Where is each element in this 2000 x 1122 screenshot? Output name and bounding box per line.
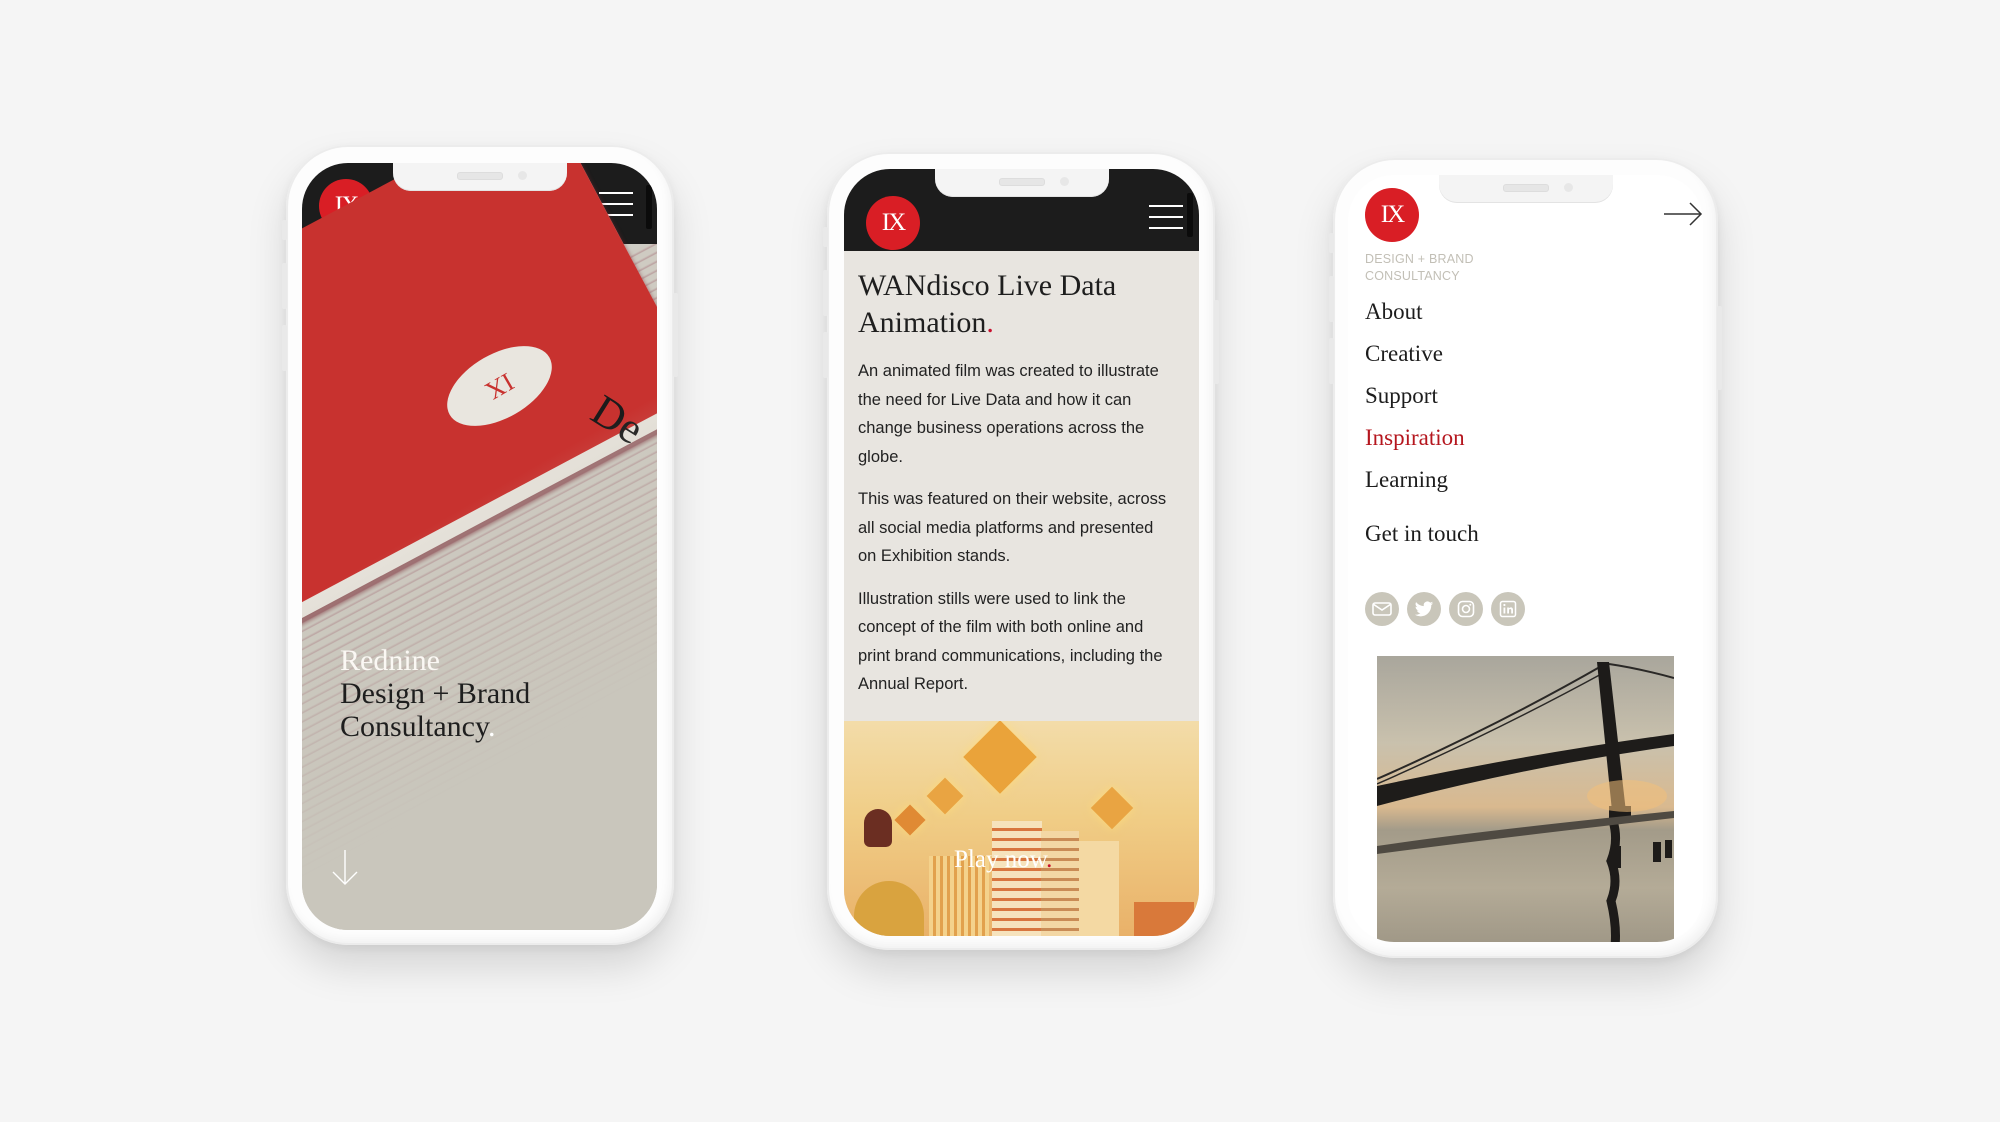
title-dot: . bbox=[986, 306, 994, 339]
phone-volume-up bbox=[823, 270, 828, 316]
main-nav: About Creative Support Inspiration Learn… bbox=[1365, 291, 1465, 501]
email-icon[interactable] bbox=[1365, 592, 1399, 626]
nav-item-creative[interactable]: Creative bbox=[1365, 333, 1465, 375]
hero-image: IX De Rednine Design + Brand Consultancy… bbox=[302, 163, 657, 930]
phone-mute-switch bbox=[1329, 233, 1334, 253]
scrollbar[interactable] bbox=[1187, 193, 1193, 237]
illustration-diamond bbox=[894, 804, 926, 836]
illustration-building bbox=[992, 821, 1042, 936]
tagline-line-1: Rednine bbox=[340, 644, 440, 677]
linkedin-icon[interactable] bbox=[1491, 592, 1525, 626]
project-paragraph: Illustration stills were used to link th… bbox=[858, 589, 1163, 694]
social-links bbox=[1365, 592, 1525, 626]
hero-tagline: Rednine Design + Brand Consultancy. bbox=[340, 644, 530, 743]
illustration-person bbox=[854, 881, 924, 936]
logo-text: IX bbox=[1380, 201, 1405, 228]
subtitle-line-2: CONSULTANCY bbox=[1365, 269, 1460, 283]
nav-item-learning[interactable]: Learning bbox=[1365, 459, 1465, 501]
arrow-right-icon[interactable] bbox=[1663, 202, 1703, 226]
illustration-diamond bbox=[963, 721, 1037, 794]
nav-item-about[interactable]: About bbox=[1365, 291, 1465, 333]
phone-notch bbox=[934, 169, 1109, 197]
illustration-diamond bbox=[926, 777, 964, 815]
project-paragraph: An animated film was created to illustra… bbox=[858, 362, 1159, 466]
tagline-line-2: Design + Brand bbox=[340, 677, 531, 710]
bridge-photo bbox=[1377, 656, 1674, 942]
phone-screen: IX DESIGN + BRAND CONSULTANCY About Crea… bbox=[1348, 175, 1703, 942]
illustration-building bbox=[1134, 902, 1194, 936]
play-now-button[interactable]: Play now. bbox=[954, 846, 1052, 874]
phone-mockup-menu: IX DESIGN + BRAND CONSULTANCY About Crea… bbox=[1329, 158, 1722, 958]
twitter-icon[interactable] bbox=[1407, 592, 1441, 626]
phone-mockup-home: IX IX De Rednine Design + Brand Consulta… bbox=[282, 145, 678, 945]
brand-logo[interactable]: IX bbox=[866, 196, 920, 250]
play-dot: . bbox=[1046, 846, 1053, 873]
project-paragraph: This was featured on their website, acro… bbox=[858, 490, 1167, 565]
phone-volume-down bbox=[823, 332, 828, 378]
brand-logo[interactable]: IX bbox=[1365, 188, 1419, 242]
play-label: Play now bbox=[954, 846, 1047, 873]
phone-notch bbox=[1438, 175, 1613, 203]
phone-mute-switch bbox=[282, 220, 287, 240]
phone-screen: IX IX De Rednine Design + Brand Consulta… bbox=[302, 163, 657, 930]
title-line-2: Animation bbox=[858, 306, 987, 339]
phone-volume-down bbox=[282, 325, 287, 371]
nav-item-support[interactable]: Support bbox=[1365, 375, 1465, 417]
bridge-illustration bbox=[1377, 662, 1674, 942]
phone-power-button bbox=[1717, 306, 1722, 390]
project-title: WANdisco Live Data Animation. bbox=[858, 267, 1173, 341]
subtitle-line-1: DESIGN + BRAND bbox=[1365, 252, 1474, 266]
instagram-icon[interactable] bbox=[1449, 592, 1483, 626]
video-thumbnail[interactable]: Play now. bbox=[844, 721, 1199, 936]
illustration-diamond bbox=[1090, 786, 1134, 830]
nav-item-inspiration[interactable]: Inspiration bbox=[1365, 417, 1465, 459]
phone-mute-switch bbox=[823, 227, 828, 247]
phone-screen: IX WANdisco Live Data Animation. An anim… bbox=[844, 169, 1199, 936]
title-line-1: WANdisco Live Data bbox=[858, 269, 1117, 302]
phone-notch bbox=[392, 163, 567, 191]
arrow-down-icon[interactable] bbox=[330, 848, 360, 888]
brand-subtitle: DESIGN + BRAND CONSULTANCY bbox=[1365, 251, 1474, 285]
phone-volume-down bbox=[1329, 338, 1334, 384]
phone-power-button bbox=[673, 293, 678, 377]
get-in-touch-link[interactable]: Get in touch bbox=[1365, 521, 1479, 547]
project-article: WANdisco Live Data Animation. An animate… bbox=[858, 267, 1173, 699]
illustration-person-hair bbox=[864, 809, 892, 847]
scrollbar[interactable] bbox=[646, 185, 652, 229]
hamburger-icon[interactable] bbox=[1149, 205, 1183, 229]
phone-power-button bbox=[1214, 300, 1219, 384]
illustration-building bbox=[1079, 841, 1119, 936]
tagline-dot: . bbox=[488, 710, 496, 743]
logo-text: IX bbox=[881, 209, 906, 236]
phone-volume-up bbox=[1329, 276, 1334, 322]
phone-volume-up bbox=[282, 263, 287, 309]
tagline-line-3: Consultancy bbox=[340, 710, 489, 743]
phone-mockup-project: IX WANdisco Live Data Animation. An anim… bbox=[823, 152, 1219, 950]
